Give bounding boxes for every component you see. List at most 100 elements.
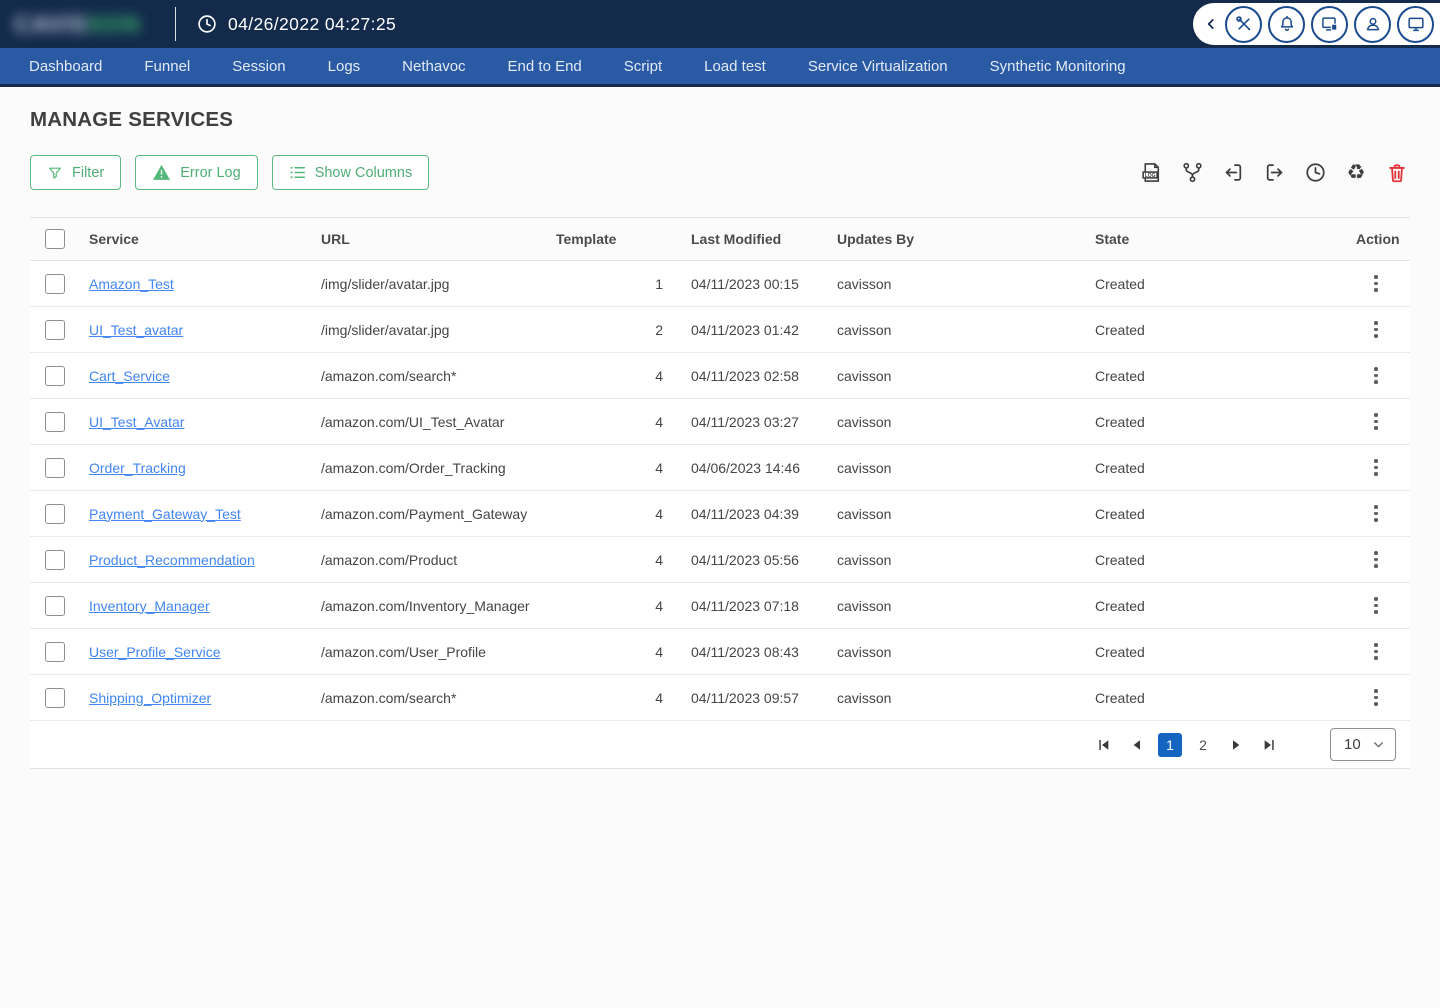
nav-item-end-to-end[interactable]: End to End (487, 48, 603, 84)
service-link[interactable]: Product_Recommendation (89, 552, 255, 568)
nav-item-logs[interactable]: Logs (307, 48, 382, 84)
row-action-menu-icon[interactable] (1342, 274, 1410, 293)
table-row: Shipping_Optimizer /amazon.com/search* 4… (30, 675, 1410, 721)
log-report-icon[interactable]: LOG (1138, 160, 1164, 186)
service-link[interactable]: Order_Tracking (89, 460, 186, 476)
page-number-1[interactable]: 1 (1158, 732, 1182, 757)
last-modified-cell: 04/11/2023 05:56 (691, 551, 799, 568)
error-log-button[interactable]: Error Log (135, 155, 258, 190)
url-cell: /amazon.com/Payment_Gateway (321, 505, 528, 522)
import-icon[interactable] (1220, 160, 1246, 186)
row-action-menu-icon[interactable] (1342, 504, 1410, 523)
row-checkbox[interactable] (45, 595, 65, 616)
delete-trash-icon[interactable] (1384, 160, 1410, 186)
row-checkbox[interactable] (45, 319, 65, 340)
table-row: Order_Tracking /amazon.com/Order_Trackin… (30, 445, 1410, 491)
template-cell: 2 (655, 321, 663, 338)
col-header-service: Service (89, 231, 139, 247)
devices-icon[interactable] (1311, 5, 1348, 43)
table-toolbar: LOG ♻ (1138, 160, 1410, 186)
row-checkbox[interactable] (45, 503, 65, 524)
service-link[interactable]: Payment_Gateway_Test (89, 506, 241, 522)
recycle-icon[interactable]: ♻ (1343, 160, 1369, 186)
table-row: Amazon_Test /img/slider/avatar.jpg 1 04/… (30, 261, 1410, 307)
nav-item-nethavoc[interactable]: Nethavoc (381, 48, 486, 84)
next-page-icon[interactable] (1224, 733, 1248, 757)
history-clock-icon[interactable] (1302, 160, 1328, 186)
updates-by-cell: cavisson (837, 643, 892, 660)
nav-item-service-virtualization[interactable]: Service Virtualization (787, 48, 969, 84)
last-modified-cell: 04/11/2023 07:18 (691, 597, 799, 614)
table-row: Product_Recommendation /amazon.com/Produ… (30, 537, 1410, 583)
table-row: Inventory_Manager /amazon.com/Inventory_… (30, 583, 1410, 629)
main-navigation: Dashboard Funnel Session Logs Nethavoc E… (0, 48, 1440, 87)
select-all-checkbox[interactable] (45, 229, 65, 249)
table-header-row: Service URL Template Last Modified Updat… (30, 217, 1410, 261)
service-link[interactable]: Inventory_Manager (89, 598, 210, 614)
first-page-icon[interactable] (1092, 733, 1116, 757)
page-size-select[interactable]: 10 (1330, 728, 1396, 761)
state-cell: Created (1095, 459, 1145, 476)
tray-collapse-chevron-icon[interactable] (1203, 5, 1219, 43)
row-checkbox[interactable] (45, 687, 65, 708)
updates-by-cell: cavisson (837, 413, 892, 430)
row-action-menu-icon[interactable] (1342, 550, 1410, 569)
row-checkbox[interactable] (45, 641, 65, 662)
row-action-menu-icon[interactable] (1342, 596, 1410, 615)
brand-logo[interactable]: CAVISSON (0, 0, 175, 48)
row-action-menu-icon[interactable] (1342, 366, 1410, 385)
git-branch-icon[interactable] (1179, 160, 1205, 186)
tools-icon[interactable] (1225, 5, 1262, 43)
last-page-icon[interactable] (1257, 733, 1281, 757)
filter-button-label: Filter (72, 164, 105, 181)
template-cell: 4 (655, 413, 663, 430)
state-cell: Created (1095, 643, 1145, 660)
last-modified-cell: 04/06/2023 14:46 (691, 459, 800, 476)
row-checkbox[interactable] (45, 365, 65, 386)
updates-by-cell: cavisson (837, 321, 892, 338)
table-row: UI_Test_avatar /img/slider/avatar.jpg 2 … (30, 307, 1410, 353)
url-cell: /amazon.com/search* (321, 689, 457, 706)
nav-item-script[interactable]: Script (603, 48, 683, 84)
row-checkbox[interactable] (45, 457, 65, 478)
service-link[interactable]: UI_Test_avatar (89, 322, 183, 338)
row-action-menu-icon[interactable] (1342, 688, 1410, 707)
service-link[interactable]: User_Profile_Service (89, 644, 221, 660)
display-monitor-icon[interactable] (1397, 5, 1434, 43)
chevron-down-icon (1372, 738, 1385, 751)
nav-item-dashboard[interactable]: Dashboard (8, 48, 123, 84)
row-action-menu-icon[interactable] (1342, 412, 1410, 431)
show-columns-button[interactable]: Show Columns (271, 155, 430, 190)
updates-by-cell: cavisson (837, 689, 892, 706)
notifications-bell-icon[interactable] (1268, 5, 1305, 43)
table-row: User_Profile_Service /amazon.com/User_Pr… (30, 629, 1410, 675)
nav-item-funnel[interactable]: Funnel (123, 48, 211, 84)
url-cell: /amazon.com/UI_Test_Avatar (321, 413, 505, 430)
export-icon[interactable] (1261, 160, 1287, 186)
nav-item-session[interactable]: Session (211, 48, 306, 84)
page-number-2[interactable]: 2 (1191, 733, 1215, 757)
filter-funnel-icon (47, 165, 63, 181)
page-size-value: 10 (1344, 736, 1361, 753)
previous-page-icon[interactable] (1125, 733, 1149, 757)
account-user-icon[interactable] (1354, 5, 1391, 43)
error-log-button-label: Error Log (180, 164, 241, 181)
row-action-menu-icon[interactable] (1342, 320, 1410, 339)
state-cell: Created (1095, 367, 1145, 384)
row-checkbox[interactable] (45, 411, 65, 432)
row-action-menu-icon[interactable] (1342, 642, 1410, 661)
state-cell: Created (1095, 551, 1145, 568)
service-link[interactable]: UI_Test_Avatar (89, 414, 184, 430)
row-action-menu-icon[interactable] (1342, 458, 1410, 477)
service-link[interactable]: Shipping_Optimizer (89, 690, 211, 706)
service-link[interactable]: Amazon_Test (89, 276, 174, 292)
row-checkbox[interactable] (45, 273, 65, 294)
nav-item-synthetic-monitoring[interactable]: Synthetic Monitoring (969, 48, 1147, 84)
state-cell: Created (1095, 275, 1145, 292)
row-checkbox[interactable] (45, 549, 65, 570)
nav-item-load-test[interactable]: Load test (683, 48, 787, 84)
template-cell: 4 (655, 551, 663, 568)
col-header-state: State (1095, 231, 1130, 247)
filter-button[interactable]: Filter (30, 155, 122, 190)
service-link[interactable]: Cart_Service (89, 368, 170, 384)
